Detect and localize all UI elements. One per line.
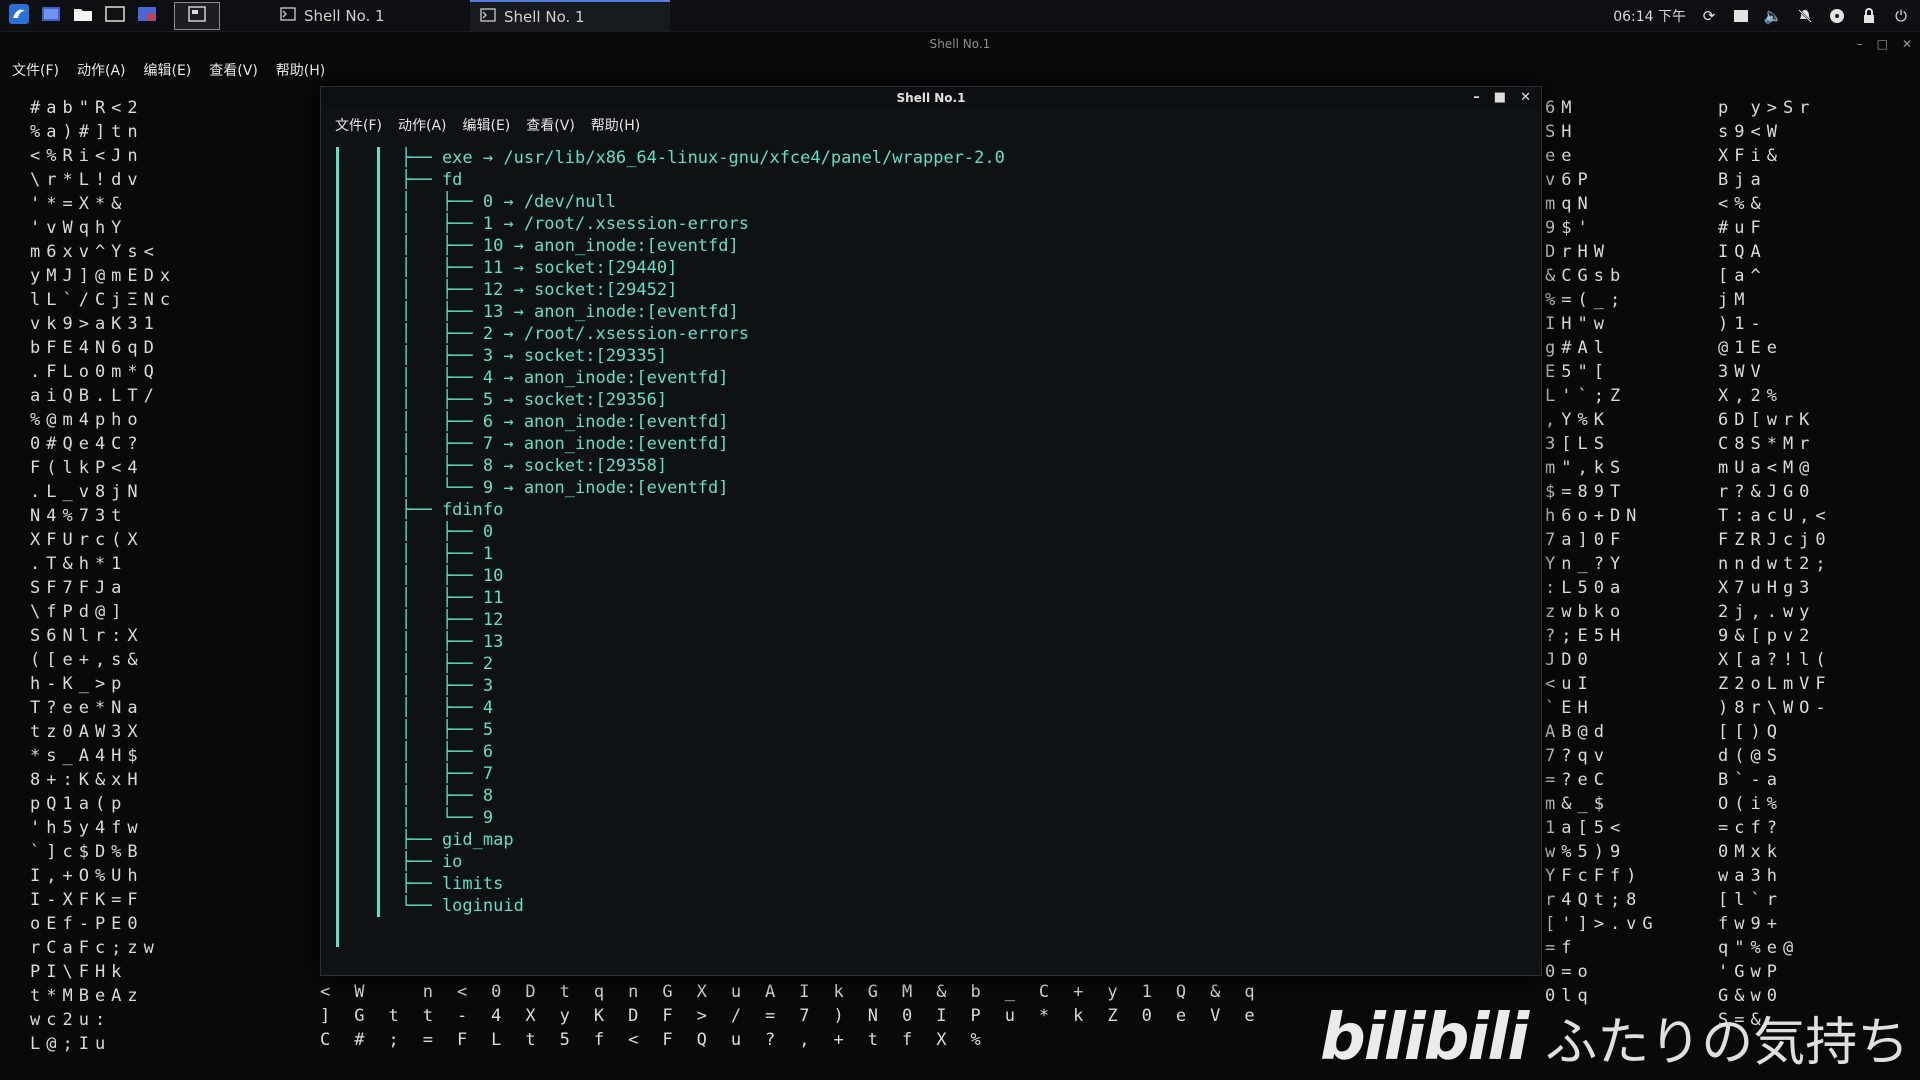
background-window-titlebar: Shell No.1 – □ ✕ xyxy=(0,32,1920,56)
terminal-line: │ ├── 12 xyxy=(401,610,504,630)
menu-edit[interactable]: 编辑(E) xyxy=(463,115,511,135)
terminal-line: │ ├── 10 xyxy=(401,566,504,586)
taskbar-window-label: Shell No. 1 xyxy=(504,7,585,26)
folder-icon xyxy=(73,5,93,27)
terminal-line: │ ├── 7 → anon_inode:[eventfd] xyxy=(401,434,729,454)
kali-dragon-icon xyxy=(8,3,30,29)
terminal-line: │ ├── 5 xyxy=(401,720,494,740)
terminal-line: │ ├── 1 xyxy=(401,544,494,564)
logout-icon[interactable]: ⏻ xyxy=(1892,7,1910,25)
terminal-line: │ └── 9 xyxy=(401,808,494,828)
terminal-line: │ ├── 13 → anon_inode:[eventfd] xyxy=(401,302,739,322)
terminal-line: │ ├── 5 → socket:[29356] xyxy=(401,390,668,410)
browser-icon xyxy=(137,5,157,27)
tree-listing: ├── exe → /usr/lib/x86_64-linux-gnu/xfce… xyxy=(401,147,1005,917)
browser-launcher-button[interactable] xyxy=(134,5,160,27)
terminal-line: │ ├── 3 xyxy=(401,676,494,696)
terminal-line: │ ├── 8 xyxy=(401,786,494,806)
menu-action[interactable]: 动作(A) xyxy=(77,60,126,80)
show-desktop-button[interactable] xyxy=(38,5,64,27)
terminal-line: │ ├── 0 → /dev/null xyxy=(401,192,616,212)
terminal-line: │ ├── 7 xyxy=(401,764,494,784)
close-icon[interactable]: ✕ xyxy=(1902,32,1912,56)
matrix-rain-right-1: 6M SH ee v6P mqN 9$' DrHW &CGsb %=(_; IH… xyxy=(1545,98,1659,1006)
terminal-line: ├── gid_map xyxy=(401,830,514,850)
network-icon[interactable] xyxy=(1828,7,1846,25)
workspace-icon xyxy=(188,5,206,26)
terminal-line: │ ├── 8 → socket:[29358] xyxy=(401,456,668,476)
terminal-line: │ ├── 12 → socket:[29452] xyxy=(401,280,678,300)
volume-icon[interactable]: 🔈 xyxy=(1764,7,1783,25)
terminal-line: └── loginuid xyxy=(401,896,524,916)
system-tray: 06:14 下午 ⟳ 🔈 ⏻ xyxy=(1613,6,1920,26)
workspace-switcher[interactable] xyxy=(174,1,220,30)
terminal-line: │ ├── 11 xyxy=(401,588,504,608)
menu-file[interactable]: 文件(F) xyxy=(335,115,382,135)
terminal-window-icon xyxy=(480,7,496,26)
refresh-icon[interactable]: ⟳ xyxy=(1700,7,1718,25)
app-menu-button[interactable] xyxy=(6,3,32,29)
terminal-line: │ ├── 6 xyxy=(401,742,494,762)
close-icon[interactable]: ✕ xyxy=(1520,87,1531,109)
terminal-line: │ ├── 10 → anon_inode:[eventfd] xyxy=(401,236,739,256)
terminal-line: │ ├── 1 → /root/.xsession-errors xyxy=(401,214,749,234)
top-panel: Shell No. 1 Shell No. 1 06:14 下午 ⟳ 🔈 ⏻ xyxy=(0,0,1920,32)
notifications-muted-icon[interactable] xyxy=(1796,7,1814,25)
shell-window-menubar: 文件(F) 动作(A) 编辑(E) 查看(V) 帮助(H) xyxy=(335,115,640,135)
lock-icon[interactable] xyxy=(1860,7,1878,25)
terminal-line: │ ├── 6 → anon_inode:[eventfd] xyxy=(401,412,729,432)
terminal-line: │ ├── 13 xyxy=(401,632,504,652)
terminal-line: ├── limits xyxy=(401,874,504,894)
bilibili-logo: bilibili xyxy=(1320,1000,1529,1075)
terminal-line: │ └── 9 → anon_inode:[eventfd] xyxy=(401,478,729,498)
matrix-rain-left: #ab"R<2 %a)#]tn <%Ri<Jn \r*L!dv '*=X*& '… xyxy=(30,98,177,1054)
terminal-line: │ ├── 0 xyxy=(401,522,494,542)
menu-help[interactable]: 帮助(H) xyxy=(591,115,640,135)
terminal-line: ├── fd xyxy=(401,170,463,190)
menu-edit[interactable]: 编辑(E) xyxy=(144,60,192,80)
minimize-icon[interactable]: – xyxy=(1473,87,1480,109)
terminal-icon xyxy=(105,5,125,27)
terminal-line: ├── io xyxy=(401,852,463,872)
menu-view[interactable]: 查看(V) xyxy=(526,115,575,135)
taskbar-window-label: Shell No. 1 xyxy=(304,6,385,25)
clock[interactable]: 06:14 下午 xyxy=(1613,6,1686,26)
file-manager-button[interactable] xyxy=(70,5,96,27)
terminal-line: │ ├── 3 → socket:[29335] xyxy=(401,346,668,366)
terminal-launcher-button[interactable] xyxy=(102,5,128,27)
background-window-title: Shell No.1 xyxy=(929,37,991,51)
taskbar-window-shell-1-active[interactable]: Shell No. 1 xyxy=(470,0,670,31)
terminal-line: ├── fdinfo xyxy=(401,500,504,520)
maximize-icon[interactable]: □ xyxy=(1877,32,1888,56)
menu-view[interactable]: 查看(V) xyxy=(209,60,258,80)
terminal-line: │ ├── 11 → socket:[29440] xyxy=(401,258,678,278)
tree-guide-line xyxy=(377,147,380,917)
terminal-window-icon xyxy=(280,6,296,25)
terminal-line: │ ├── 2 → /root/.xsession-errors xyxy=(401,324,749,344)
terminal-line: ├── exe → /usr/lib/x86_64-linux-gnu/xfce… xyxy=(401,148,1005,168)
video-watermark: bilibili ふたりの気持ち xyxy=(1320,995,1909,1080)
shell-window-title: Shell No.1 xyxy=(896,91,966,105)
background-window-menubar: 文件(F) 动作(A) 编辑(E) 查看(V) 帮助(H) xyxy=(12,60,325,80)
matrix-rain-right-2: p y>Sr s9<W XFi& Bja <%& #uF IQA [a^ jM … xyxy=(1718,98,1832,1030)
menu-help[interactable]: 帮助(H) xyxy=(276,60,325,80)
tree-guide-line xyxy=(336,147,339,947)
desktop-icon xyxy=(41,5,61,27)
terminal-line: │ ├── 4 → anon_inode:[eventfd] xyxy=(401,368,729,388)
menu-file[interactable]: 文件(F) xyxy=(12,60,59,80)
terminal-output[interactable]: ├── exe → /usr/lib/x86_64-linux-gnu/xfce… xyxy=(333,147,1523,969)
terminal-line: │ ├── 4 xyxy=(401,698,494,718)
terminal-line: │ ├── 2 xyxy=(401,654,494,674)
keyboard-layout-icon[interactable] xyxy=(1732,7,1750,25)
maximize-icon[interactable]: ■ xyxy=(1494,87,1506,109)
menu-action[interactable]: 动作(A) xyxy=(398,115,447,135)
taskbar-window-shell-1[interactable]: Shell No. 1 xyxy=(270,0,470,31)
watermark-text: ふたりの気持ち xyxy=(1545,1013,1910,1073)
minimize-icon[interactable]: – xyxy=(1857,32,1863,56)
shell-window[interactable]: Shell No.1 – ■ ✕ 文件(F) 动作(A) 编辑(E) 查看(V)… xyxy=(320,86,1542,976)
shell-window-titlebar[interactable]: Shell No.1 – ■ ✕ xyxy=(321,87,1541,109)
matrix-rain-bottom: <W n<0DtqnGXuAIkGM&b_C+y1Q&q ]Gtt-4XyKDF… xyxy=(320,982,1279,1050)
